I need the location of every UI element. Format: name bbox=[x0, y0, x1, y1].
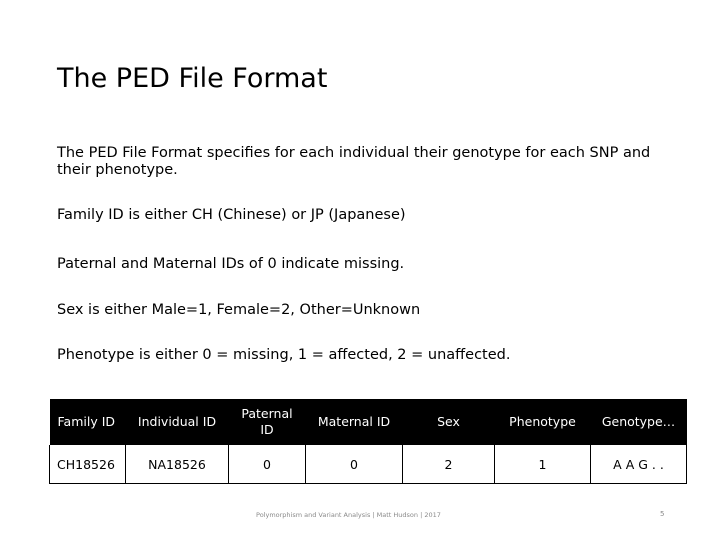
cell-family-id: CH18526 bbox=[49, 445, 126, 484]
paragraph-sex: Sex is either Male=1, Female=2, Other=Un… bbox=[57, 302, 421, 318]
page-number: 5 bbox=[660, 510, 665, 518]
paragraph-parental-ids: Paternal and Maternal IDs of 0 indicate … bbox=[57, 256, 405, 272]
paragraph-phenotype: Phenotype is either 0 = missing, 1 = aff… bbox=[57, 347, 511, 363]
header-paternal-id-text: Paternal ID bbox=[241, 406, 293, 437]
header-phenotype: Phenotype bbox=[494, 399, 591, 445]
header-sex: Sex bbox=[402, 399, 495, 445]
header-family-id: Family ID bbox=[49, 399, 126, 445]
cell-paternal-id: 0 bbox=[228, 445, 306, 484]
ped-table: Family ID Individual ID Paternal ID Mate… bbox=[49, 399, 687, 484]
header-maternal-id: Maternal ID bbox=[305, 399, 403, 445]
cell-phenotype: 1 bbox=[494, 445, 591, 484]
cell-genotype: A A G . . bbox=[590, 445, 687, 484]
table-row: CH18526 NA18526 0 0 2 1 A A G . . bbox=[49, 445, 687, 484]
slide: The PED File Format The PED File Format … bbox=[0, 0, 720, 540]
header-genotype: Genotype… bbox=[590, 399, 687, 445]
slide-footer: Polymorphism and Variant Analysis | Matt… bbox=[256, 511, 441, 519]
paragraph-family-id: Family ID is either CH (Chinese) or JP (… bbox=[57, 207, 406, 223]
slide-title: The PED File Format bbox=[57, 63, 328, 94]
cell-sex: 2 bbox=[402, 445, 495, 484]
table-header-row: Family ID Individual ID Paternal ID Mate… bbox=[49, 399, 687, 445]
cell-individual-id: NA18526 bbox=[125, 445, 229, 484]
header-individual-id: Individual ID bbox=[125, 399, 229, 445]
paragraph-intro: The PED File Format specifies for each i… bbox=[57, 145, 651, 178]
header-paternal-id: Paternal ID bbox=[228, 399, 306, 445]
cell-maternal-id: 0 bbox=[305, 445, 403, 484]
